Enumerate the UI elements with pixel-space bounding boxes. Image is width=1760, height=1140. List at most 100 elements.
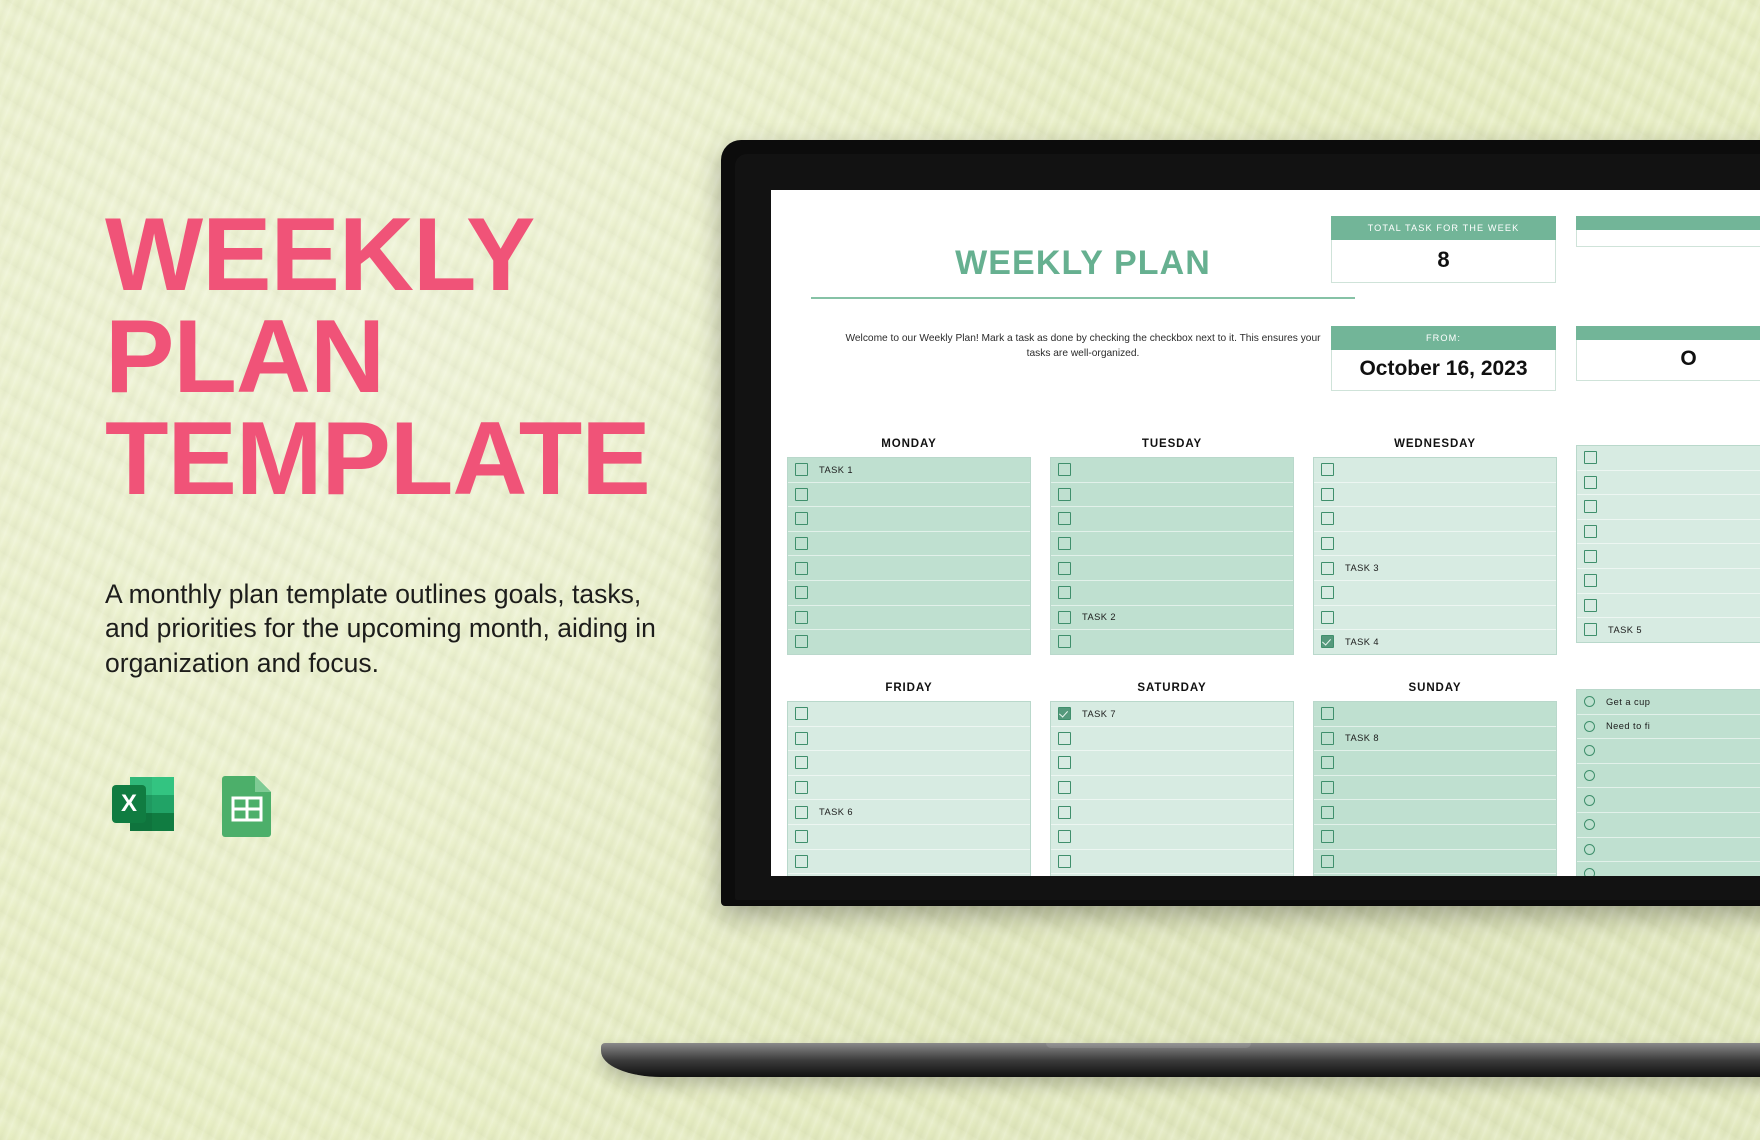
task-row[interactable] [1051, 825, 1293, 850]
checkbox-icon[interactable] [795, 635, 808, 649]
task-row[interactable] [1051, 458, 1293, 483]
checkbox-icon[interactable] [1058, 463, 1071, 477]
task-row[interactable] [1051, 751, 1293, 776]
task-row[interactable] [1577, 471, 1760, 496]
checkbox-icon[interactable] [1058, 707, 1071, 721]
task-row[interactable]: TASK 2 [1051, 606, 1293, 631]
task-row[interactable] [1577, 739, 1760, 764]
checkbox-icon[interactable] [795, 487, 808, 501]
checkbox-icon[interactable] [1058, 512, 1071, 526]
task-row[interactable] [1314, 800, 1556, 825]
checkbox-icon[interactable] [1058, 756, 1071, 770]
task-row[interactable] [1314, 606, 1556, 631]
task-row[interactable] [1051, 800, 1293, 825]
checkbox-icon[interactable] [1321, 463, 1334, 477]
task-row[interactable] [788, 581, 1030, 606]
task-row[interactable] [1577, 446, 1760, 471]
checkbox-icon[interactable] [795, 731, 808, 745]
task-row[interactable] [1314, 874, 1556, 876]
task-row[interactable] [1314, 532, 1556, 557]
checkbox-icon[interactable] [1058, 561, 1071, 575]
checkbox-icon[interactable] [1321, 805, 1334, 819]
task-row[interactable]: TASK 8 [1314, 727, 1556, 752]
checkbox-icon[interactable] [795, 610, 808, 624]
checkbox-icon[interactable] [1584, 549, 1597, 563]
checkbox-icon[interactable] [1058, 635, 1071, 649]
bullet-icon[interactable] [1584, 745, 1595, 757]
checkbox-icon[interactable] [1584, 475, 1597, 489]
bullet-icon[interactable] [1584, 868, 1595, 876]
task-row[interactable] [1577, 495, 1760, 520]
checkbox-icon[interactable] [1058, 586, 1071, 600]
kpi-total-task-value[interactable]: 8 [1331, 240, 1556, 283]
checkbox-icon[interactable] [1321, 854, 1334, 868]
checkbox-icon[interactable] [1584, 451, 1597, 465]
checkbox-icon[interactable] [1584, 500, 1597, 514]
task-row[interactable] [1051, 507, 1293, 532]
task-row[interactable] [1577, 813, 1760, 838]
checkbox-icon[interactable] [795, 463, 808, 477]
checkbox-icon[interactable] [1321, 756, 1334, 770]
task-row[interactable] [1314, 850, 1556, 875]
task-row[interactable] [788, 606, 1030, 631]
checkbox-icon[interactable] [1058, 610, 1071, 624]
task-row[interactable]: Get a cup [1577, 690, 1760, 715]
task-row[interactable] [1314, 507, 1556, 532]
task-row[interactable] [1051, 850, 1293, 875]
task-row[interactable] [1577, 520, 1760, 545]
kpi-secondary-value[interactable] [1576, 230, 1760, 247]
task-row[interactable] [788, 556, 1030, 581]
task-row[interactable] [1314, 483, 1556, 508]
checkbox-icon[interactable] [1058, 805, 1071, 819]
checkbox-icon[interactable] [795, 756, 808, 770]
checkbox-icon[interactable] [1321, 830, 1334, 844]
checkbox-icon[interactable] [795, 561, 808, 575]
task-row[interactable]: TASK 1 [788, 458, 1030, 483]
bullet-icon[interactable] [1584, 794, 1595, 806]
checkbox-icon[interactable] [795, 805, 808, 819]
checkbox-icon[interactable] [795, 586, 808, 600]
task-row[interactable]: TASK 3 [1314, 556, 1556, 581]
bullet-icon[interactable] [1584, 770, 1595, 782]
checkbox-icon[interactable] [1321, 781, 1334, 795]
task-row[interactable] [1577, 569, 1760, 594]
task-row[interactable] [1314, 458, 1556, 483]
task-row[interactable] [1577, 862, 1760, 876]
bullet-icon[interactable] [1584, 720, 1595, 732]
task-row[interactable] [1051, 483, 1293, 508]
task-row[interactable] [788, 483, 1030, 508]
task-row[interactable]: TASK 7 [1051, 702, 1293, 727]
checkbox-icon[interactable] [1584, 623, 1597, 637]
checkbox-icon[interactable] [795, 830, 808, 844]
bullet-icon[interactable] [1584, 819, 1595, 831]
task-row[interactable] [1314, 825, 1556, 850]
checkbox-icon[interactable] [1321, 586, 1334, 600]
task-row[interactable]: Need to fi [1577, 715, 1760, 740]
task-row[interactable] [1577, 544, 1760, 569]
checkbox-icon[interactable] [1058, 487, 1071, 501]
task-row[interactable] [788, 751, 1030, 776]
date-to-value[interactable]: O [1576, 340, 1760, 381]
checkbox-icon[interactable] [1321, 512, 1334, 526]
task-row[interactable] [1314, 776, 1556, 801]
task-row[interactable] [1051, 727, 1293, 752]
task-row[interactable] [1051, 556, 1293, 581]
checkbox-icon[interactable] [1058, 781, 1071, 795]
checkbox-icon[interactable] [1321, 731, 1334, 745]
checkbox-icon[interactable] [1321, 610, 1334, 624]
task-row[interactable] [1314, 751, 1556, 776]
task-row[interactable] [1577, 764, 1760, 789]
date-from-value[interactable]: October 16, 2023 [1331, 350, 1556, 391]
task-row[interactable] [1314, 581, 1556, 606]
task-row[interactable] [788, 630, 1030, 654]
checkbox-icon[interactable] [795, 537, 808, 551]
task-row[interactable] [1577, 594, 1760, 619]
task-row[interactable]: TASK 5 [1577, 618, 1760, 642]
task-row[interactable] [788, 874, 1030, 876]
checkbox-icon[interactable] [1058, 830, 1071, 844]
task-row[interactable] [1577, 838, 1760, 863]
bullet-icon[interactable] [1584, 696, 1595, 708]
task-row[interactable] [1577, 788, 1760, 813]
task-row[interactable]: TASK 6 [788, 800, 1030, 825]
checkbox-icon[interactable] [795, 854, 808, 868]
